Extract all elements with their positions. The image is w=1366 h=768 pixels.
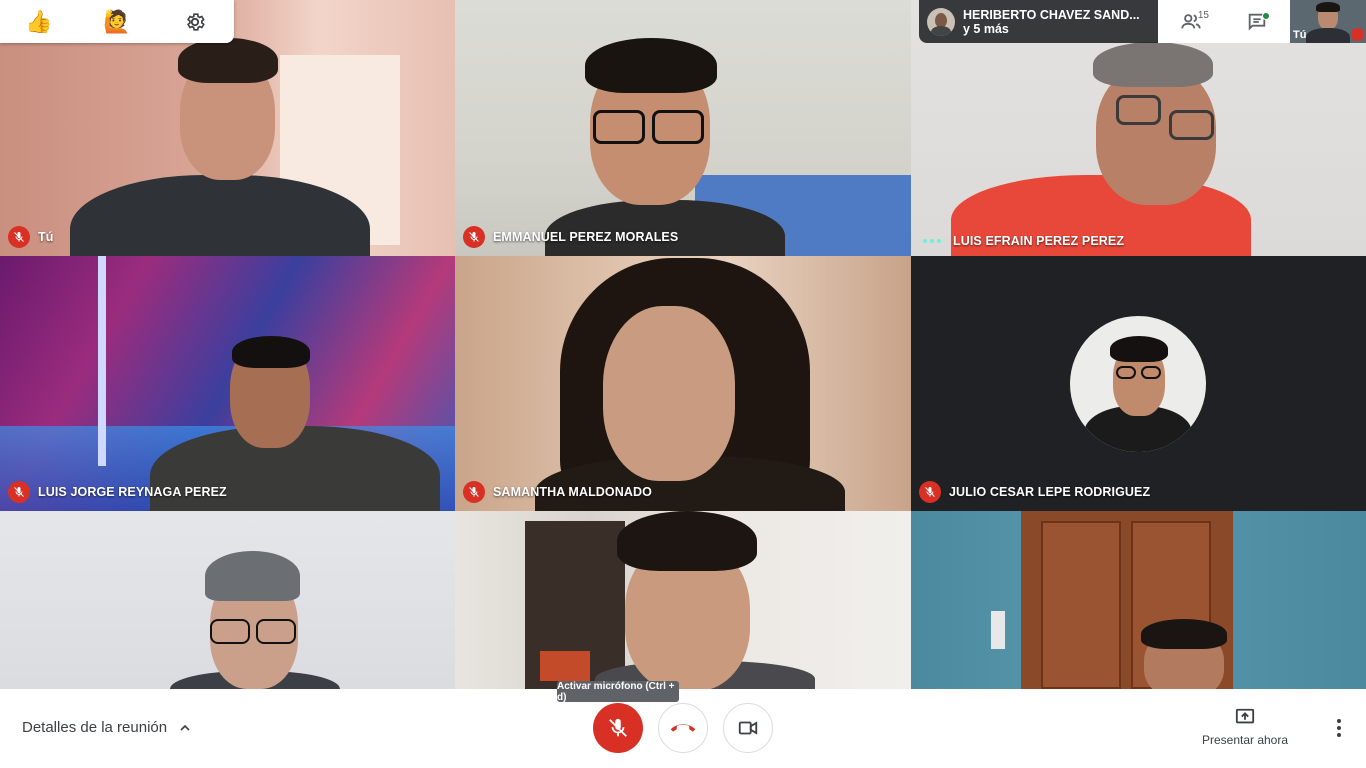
video-grid: Tú EMMANUEL PEREZ MORALES LUIS EFRAIN PE… [0, 0, 1366, 689]
camera-toggle-button[interactable] [723, 703, 773, 753]
participant-name: EMMANUEL PEREZ MORALES [463, 226, 678, 248]
unread-indicator [1262, 11, 1270, 20]
chevron-up-icon [180, 724, 190, 731]
participant-name: SAMANTHA MALDONADO [463, 481, 652, 503]
participants-button[interactable]: 15 [1169, 2, 1213, 42]
mic-toggle-button[interactable] [593, 703, 643, 753]
video-camera-icon [738, 721, 758, 735]
mic-off-icon [463, 226, 485, 248]
more-vert-icon [1337, 719, 1341, 737]
mic-off-icon [8, 481, 30, 503]
mic-off-icon [8, 226, 30, 248]
top-actions: 15 [1158, 0, 1290, 43]
avatar [1070, 316, 1206, 452]
reactions-panel: 👍 🙋 [0, 0, 234, 43]
meeting-details-button[interactable]: Detalles de la reunión [22, 719, 193, 736]
mic-off-icon [609, 718, 627, 737]
chat-button[interactable] [1235, 2, 1279, 42]
participant-name: LUIS EFRAIN PEREZ PEREZ [919, 234, 1124, 248]
presenter-name: HERIBERTO CHAVEZ SAND... [963, 7, 1140, 22]
participant-tile[interactable] [455, 511, 911, 689]
settings-button[interactable] [175, 2, 215, 42]
participant-name: JULIO CESAR LEPE RODRIGUEZ [919, 481, 1150, 503]
raise-hand-icon: 🙋 [103, 8, 131, 34]
participant-tile[interactable]: JULIO CESAR LEPE RODRIGUEZ [911, 256, 1366, 511]
raise-hand-button[interactable]: 🙋 [97, 2, 137, 42]
presenter-info[interactable]: HERIBERTO CHAVEZ SAND... y 5 más [919, 0, 1158, 43]
speaking-indicator-icon [919, 239, 945, 243]
participant-tile[interactable] [911, 511, 1366, 689]
mic-off-icon [1351, 28, 1364, 41]
presenter-more: y 5 más [963, 21, 1009, 36]
participant-name: LUIS JORGE REYNAGA PEREZ [8, 481, 227, 503]
participant-tile[interactable] [0, 511, 455, 689]
present-now-label: Presentar ahora [1201, 733, 1289, 747]
leave-call-button[interactable] [658, 703, 708, 753]
avatar [927, 7, 955, 36]
participant-tile[interactable]: SAMANTHA MALDONADO [455, 256, 911, 511]
participants-count: 15 [1197, 9, 1209, 21]
hang-up-icon [670, 724, 696, 732]
meeting-details-label: Detalles de la reunión [22, 719, 168, 736]
mic-off-icon [919, 481, 941, 503]
participant-tile[interactable]: EMMANUEL PEREZ MORALES [455, 0, 911, 256]
more-options-button[interactable] [1328, 715, 1350, 741]
self-view[interactable]: Tú [1290, 0, 1366, 43]
participant-tile[interactable]: LUIS JORGE REYNAGA PEREZ [0, 256, 455, 511]
thumbs-up-button[interactable]: 👍 [19, 2, 59, 42]
gear-icon [187, 12, 205, 31]
thumbs-up-icon: 👍 [25, 8, 53, 34]
self-view-label: Tú [1293, 29, 1307, 41]
present-now-button[interactable]: Presentar ahora [1198, 707, 1292, 747]
participant-name: Tú [8, 226, 53, 248]
mic-tooltip: Activar micrófono (Ctrl + d) [557, 681, 679, 703]
mic-off-icon [463, 481, 485, 503]
present-screen-icon [1235, 708, 1255, 724]
bottom-bar: Detalles de la reunión Presentar ahora [0, 689, 1366, 768]
